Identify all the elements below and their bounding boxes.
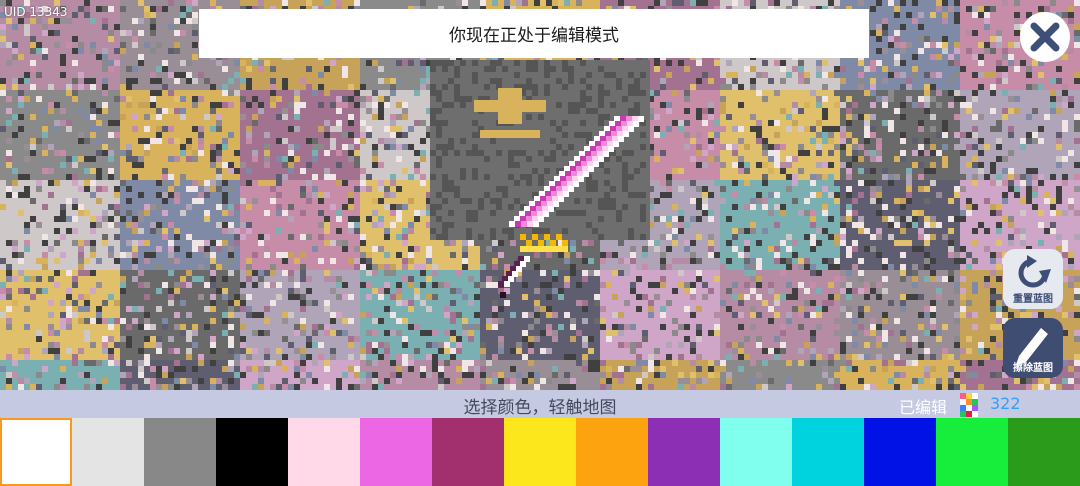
color-swatch[interactable]	[936, 418, 1008, 486]
erase-blueprint-button[interactable]: 擦除蓝图	[1003, 318, 1063, 378]
color-swatch[interactable]	[576, 418, 648, 486]
reset-blueprint-label: 重置蓝图	[1013, 294, 1053, 305]
reset-blueprint-button[interactable]: 重置蓝图	[1003, 249, 1063, 309]
edited-count: 322	[990, 394, 1021, 413]
erase-blueprint-label: 擦除蓝图	[1013, 363, 1053, 374]
color-swatch[interactable]	[720, 418, 792, 486]
color-swatch[interactable]	[648, 418, 720, 486]
color-palette	[0, 418, 1080, 486]
color-swatch[interactable]	[864, 418, 936, 486]
pixel-blocks-icon	[960, 393, 978, 417]
pixel-map[interactable]	[0, 0, 1080, 390]
close-x-icon	[1030, 22, 1060, 52]
color-swatch[interactable]	[1008, 418, 1080, 486]
edit-mode-text: 你现在正处于编辑模式	[449, 26, 619, 46]
color-swatch[interactable]	[0, 418, 72, 486]
color-swatch[interactable]	[288, 418, 360, 486]
color-swatch[interactable]	[432, 418, 504, 486]
user-id-label: UID 13343	[4, 5, 68, 19]
color-swatch[interactable]	[360, 418, 432, 486]
color-swatch[interactable]	[504, 418, 576, 486]
color-swatch[interactable]	[216, 418, 288, 486]
game-screen: UID 13343 你现在正处于编辑模式 重置蓝图 擦除蓝图 选择颜色，轻触地图…	[0, 0, 1080, 486]
edited-label: 已编辑	[899, 398, 948, 417]
color-swatch[interactable]	[72, 418, 144, 486]
hint-bar: 选择颜色，轻触地图 已编辑 322	[0, 390, 1080, 418]
close-button[interactable]	[1020, 12, 1070, 62]
color-swatch[interactable]	[792, 418, 864, 486]
edit-mode-banner: 你现在正处于编辑模式	[199, 9, 869, 58]
color-swatch[interactable]	[144, 418, 216, 486]
